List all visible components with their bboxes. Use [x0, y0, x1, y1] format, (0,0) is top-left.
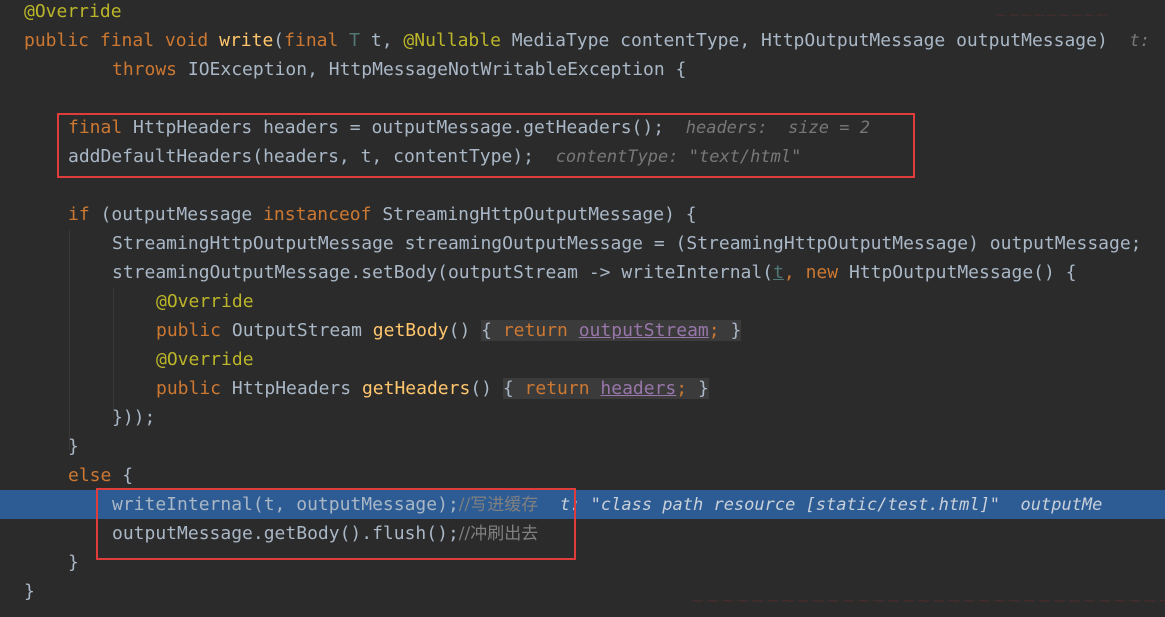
brace: } [24, 581, 35, 602]
code-line-3[interactable]: throws IOException, HttpMessageNotWritab… [0, 55, 1165, 84]
code-line-19[interactable]: outputMessage.getBody().flush();//冲刷出去 [0, 519, 1165, 548]
watermark: ~~~~~~~~~~~~~~~~~~~~~~~~~~~~~~~~~~~~~~~ [690, 590, 1165, 611]
keyword: final [99, 30, 155, 51]
execution-line[interactable]: writeInternal(t, outputMessage);//写进缓存 t… [0, 490, 1165, 519]
statement: HttpOutputMessage() { [848, 262, 1077, 283]
type-param: T [349, 30, 361, 51]
code-line-11[interactable]: @Override [0, 287, 1165, 316]
keyword: return [502, 320, 568, 341]
inline-hint: t: [1129, 31, 1150, 51]
comment: //写进缓存 [458, 495, 539, 515]
code-line-14[interactable]: public HttpHeaders getHeaders() { return… [0, 374, 1165, 403]
method-name: getHeaders [361, 378, 471, 399]
field-reference: headers [600, 378, 677, 399]
keyword: if [68, 204, 90, 225]
code-line-9[interactable]: StreamingHttpOutputMessage streamingOutp… [0, 229, 1165, 258]
statement: })); [112, 407, 156, 428]
punctuation: ; [708, 320, 720, 341]
type: OutputStream [231, 320, 362, 341]
fold-brace: } [697, 378, 709, 399]
type: HttpHeaders [231, 378, 352, 399]
brace: } [68, 436, 79, 457]
param: t, [370, 30, 393, 51]
code-line-5[interactable]: final HttpHeaders headers = outputMessag… [0, 113, 1165, 142]
code-line-17[interactable]: else { [0, 461, 1165, 490]
code-line-13[interactable]: @Override [0, 345, 1165, 374]
captured-variable: t [773, 262, 784, 283]
keyword: throws [112, 59, 178, 80]
folded-block[interactable]: { return outputStream; } [481, 320, 742, 341]
keyword: return [524, 378, 590, 399]
folded-block[interactable]: { return headers; } [502, 378, 709, 399]
params: MediaType contentType, HttpOutputMessage… [511, 30, 1108, 51]
punctuation: ; [676, 378, 688, 399]
keyword: public [156, 320, 222, 341]
parens: () [448, 320, 471, 341]
exceptions: IOException, HttpMessageNotWritableExcep… [187, 59, 687, 80]
keyword: void [164, 30, 209, 51]
brace: { [122, 465, 134, 486]
annotation: @Override [156, 291, 254, 312]
code-line-1[interactable]: @Override [0, 0, 1165, 26]
fold-brace: { [502, 378, 514, 399]
inline-hint: t: "class path resource [static/test.htm… [559, 495, 1103, 515]
annotation: @Nullable [403, 30, 501, 51]
statement: writeInternal(t, outputMessage); [112, 494, 459, 515]
punctuation: , [783, 262, 795, 283]
parens: () [470, 378, 492, 399]
keyword: final [68, 117, 123, 138]
code-editor[interactable]: @Override public final void write(final … [0, 0, 1165, 617]
statement: streamingOutputMessage.setBody(outputStr… [112, 262, 774, 283]
keyword: public [24, 30, 90, 51]
method-name: getBody [372, 320, 449, 341]
keyword: instanceof [263, 204, 372, 225]
fold-brace: } [730, 320, 742, 341]
code-line-6[interactable]: addDefaultHeaders(headers, t, contentTyp… [0, 142, 1165, 171]
code-line-16[interactable]: } [0, 432, 1165, 461]
statement: HttpHeaders headers = outputMessage.getH… [133, 117, 665, 138]
code-line-2[interactable]: public final void write(final T t, @Null… [0, 26, 1165, 55]
keyword: new [805, 262, 839, 283]
code-line-10[interactable]: streamingOutputMessage.setBody(outputStr… [0, 258, 1165, 287]
keyword: else [68, 465, 112, 486]
inline-hint: headers: size = 2 [685, 118, 870, 138]
watermark: ~~~~~~~~~ [995, 6, 1109, 24]
statement: addDefaultHeaders(headers, t, contentTyp… [68, 146, 534, 167]
keyword: final [284, 30, 339, 51]
field-reference: outputStream [578, 320, 709, 341]
code-line-15[interactable]: })); [0, 403, 1165, 432]
keyword: public [156, 378, 222, 399]
inline-hint: contentType: "text/html" [555, 147, 802, 167]
fold-brace: { [481, 320, 492, 341]
statement: StreamingHttpOutputMessage streamingOutp… [112, 233, 1142, 254]
statement: outputMessage.getBody().flush(); [112, 523, 459, 544]
brace: } [68, 552, 79, 573]
code-line-12[interactable]: public OutputStream getBody() { return o… [0, 316, 1165, 345]
annotation: @Override [24, 1, 122, 22]
code-line-8[interactable]: if (outputMessage instanceof StreamingHt… [0, 200, 1165, 229]
expression: StreamingHttpOutputMessage) { [382, 204, 697, 225]
annotation: @Override [156, 349, 254, 370]
method-name: write [219, 30, 274, 51]
comment: //冲刷出去 [458, 524, 539, 544]
expression: (outputMessage [100, 204, 253, 225]
code-line-20[interactable]: } [0, 548, 1165, 577]
